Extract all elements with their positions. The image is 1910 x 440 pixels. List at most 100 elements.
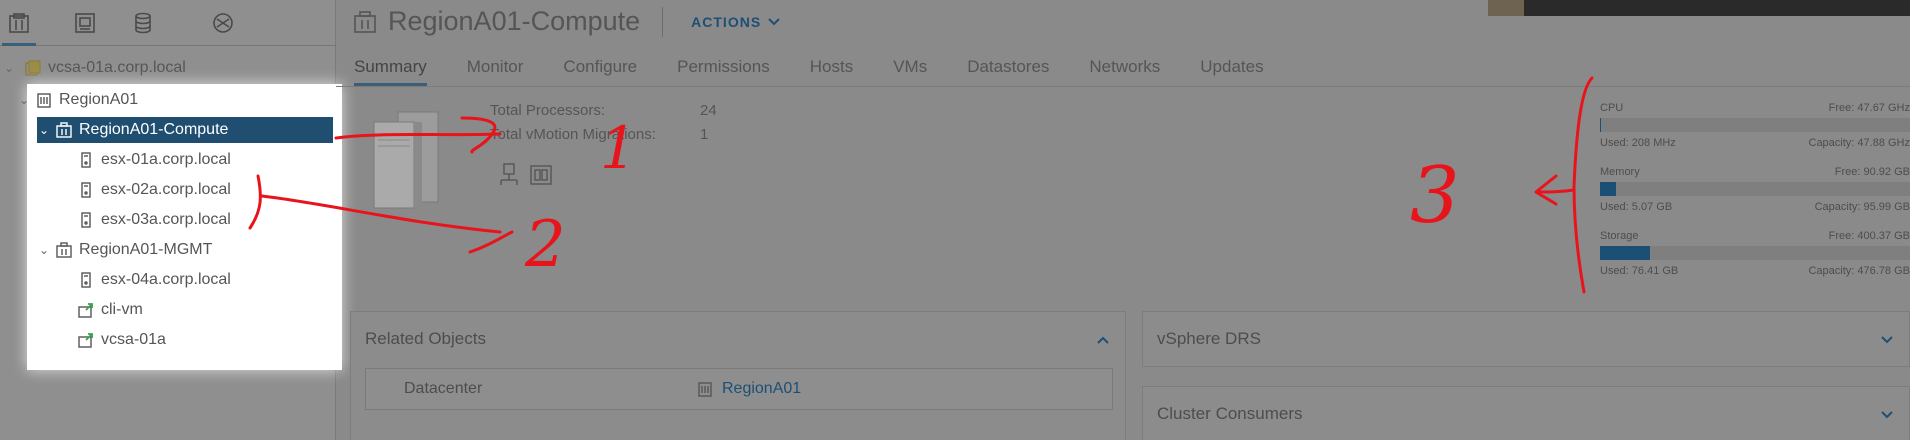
memory-bar <box>1600 182 1910 196</box>
memory-free: Free: 90.92 GB <box>1834 166 1910 178</box>
tree-label: RegionA01-MGMT <box>79 241 213 258</box>
storage-bar <box>1600 246 1910 260</box>
host-icon <box>77 151 95 169</box>
card-title: Cluster Consumers <box>1157 404 1303 423</box>
actions-menu-button[interactable]: ACTIONS <box>691 14 781 30</box>
tree-item-host[interactable]: esx-01a.corp.local <box>77 147 231 173</box>
datacenter-label: Datacenter <box>404 380 483 397</box>
vmotion-migrations-label: Total vMotion Migrations: <box>490 126 656 143</box>
tab-vms[interactable]: VMs <box>893 52 927 86</box>
cpu-bar <box>1600 118 1910 132</box>
page-header: RegionA01-Compute ACTIONS <box>352 6 781 37</box>
memory-label: Memory <box>1600 166 1640 178</box>
related-objects-card: Related Objects Datacenter RegionA01 <box>350 311 1126 440</box>
hosts-clusters-icon[interactable] <box>2 8 36 46</box>
tree-item-regiona01[interactable]: ⌄ RegionA01 <box>17 87 138 113</box>
tree-label: vcsa-01a <box>101 331 166 348</box>
card-title: Related Objects <box>365 329 486 348</box>
cpu-label: CPU <box>1600 102 1624 114</box>
total-processors-label: Total Processors: <box>490 102 606 119</box>
chevron-down-icon[interactable]: ⌄ <box>4 61 18 75</box>
vsphere-drs-card[interactable]: vSphere DRS <box>1142 311 1910 367</box>
cpu-capacity: Capacity: 47.88 GHz <box>1808 137 1910 149</box>
tree-label: RegionA01-Compute <box>79 121 229 138</box>
cluster-icon <box>55 121 73 139</box>
vm-status-icon <box>530 165 552 185</box>
cluster-icon <box>55 241 73 259</box>
storage-capacity: Capacity: 476.78 GB <box>1808 265 1910 277</box>
cpu-used: Used: 208 MHz <box>1600 137 1676 149</box>
memory-meter: Memory Free: 90.92 GB Used: 5.07 GB Capaci… <box>1600 166 1910 213</box>
memory-bar-fill <box>1600 182 1617 196</box>
chevron-down-icon[interactable]: ⌄ <box>17 93 31 107</box>
storage-meter: Storage Free: 400.37 GB Used: 76.41 GB Cap… <box>1600 230 1910 277</box>
tree-item-host[interactable]: esx-02a.corp.local <box>77 177 231 203</box>
host-icon <box>77 181 95 199</box>
tree-label: RegionA01 <box>59 91 139 108</box>
tab-datastores[interactable]: Datastores <box>967 52 1049 86</box>
tree-item-regiona01-mgmt[interactable]: ⌄ RegionA01-MGMT <box>37 237 212 263</box>
tab-bar: Summary Monitor Configure Permissions Ho… <box>354 52 1304 88</box>
vm-icon <box>77 301 95 319</box>
video-overlay-thumbnail <box>1488 0 1910 16</box>
tree-highlight-panel: ⌄ RegionA01 ⌄ RegionA01-Compute esx-01a.… <box>19 84 342 370</box>
cpu-meter: CPU Free: 47.67 GHz Used: 208 MHz Capacity… <box>1600 102 1910 149</box>
tree-label: esx-01a.corp.local <box>101 151 231 168</box>
storage-icon[interactable] <box>128 8 158 38</box>
tree-label: cli-vm <box>101 301 143 318</box>
memory-capacity: Capacity: 95.99 GB <box>1814 201 1910 213</box>
vmotion-migrations-value: 1 <box>700 126 709 143</box>
chevron-down-icon[interactable]: ⌄ <box>37 123 51 137</box>
divider <box>662 6 664 37</box>
total-processors-value: 24 <box>700 102 717 119</box>
tree-item-vm[interactable]: cli-vm <box>77 297 143 323</box>
vms-templates-icon[interactable] <box>70 8 100 38</box>
page-title: RegionA01-Compute <box>388 6 641 36</box>
storage-label: Storage <box>1600 230 1639 242</box>
actions-label: ACTIONS <box>691 13 762 30</box>
tree-root-vcenter[interactable]: ⌄ vcsa-01a.corp.local <box>0 56 186 80</box>
datacenter-link-label: RegionA01 <box>722 380 802 397</box>
main-content: RegionA01-Compute ACTIONS Summary Monito… <box>336 0 1910 440</box>
chevron-down-icon[interactable] <box>1879 407 1895 423</box>
datacenter-link[interactable]: RegionA01 <box>696 380 801 398</box>
cluster-image <box>373 111 439 209</box>
chevron-down-icon <box>768 17 780 25</box>
chevron-up-icon[interactable] <box>1095 332 1111 348</box>
tab-hosts[interactable]: Hosts <box>810 52 853 86</box>
tree-item-host[interactable]: esx-03a.corp.local <box>77 207 231 233</box>
divider <box>336 86 1910 87</box>
datacenter-icon <box>35 91 53 109</box>
datacenter-icon <box>698 382 712 397</box>
cluster-consumers-card[interactable]: Cluster Consumers <box>1142 386 1910 440</box>
storage-used: Used: 76.41 GB <box>1600 265 1679 277</box>
tab-monitor[interactable]: Monitor <box>467 52 524 86</box>
cpu-bar-fill <box>1600 118 1602 132</box>
tab-summary[interactable]: Summary <box>354 52 427 86</box>
tree-item-vm[interactable]: vcsa-01a <box>77 327 166 353</box>
host-icon <box>77 271 95 289</box>
vcenter-icon <box>24 59 42 77</box>
tab-updates[interactable]: Updates <box>1200 52 1263 86</box>
chevron-down-icon[interactable]: ⌄ <box>37 243 51 257</box>
tree-label: esx-02a.corp.local <box>101 181 231 198</box>
cluster-icon <box>352 9 378 35</box>
memory-used: Used: 5.07 GB <box>1600 201 1673 213</box>
tree-label: esx-04a.corp.local <box>101 271 231 288</box>
navigator-tabs <box>0 0 336 46</box>
networking-icon[interactable] <box>208 8 238 38</box>
tab-networks[interactable]: Networks <box>1089 52 1160 86</box>
storage-bar-fill <box>1600 246 1650 260</box>
cpu-free: Free: 47.67 GHz <box>1828 102 1910 114</box>
host-status-icon <box>500 163 518 185</box>
datacenter-row: Datacenter RegionA01 <box>365 368 1113 410</box>
tree-item-regiona01-compute[interactable]: ⌄ RegionA01-Compute <box>37 117 333 143</box>
card-title: vSphere DRS <box>1157 329 1261 348</box>
tab-configure[interactable]: Configure <box>563 52 637 86</box>
tree-item-host[interactable]: esx-04a.corp.local <box>77 267 231 293</box>
tree-label: esx-03a.corp.local <box>101 211 231 228</box>
storage-free: Free: 400.37 GB <box>1828 230 1910 242</box>
chevron-down-icon[interactable] <box>1879 332 1895 348</box>
tab-permissions[interactable]: Permissions <box>677 52 770 86</box>
tree-label: vcsa-01a.corp.local <box>48 59 186 76</box>
